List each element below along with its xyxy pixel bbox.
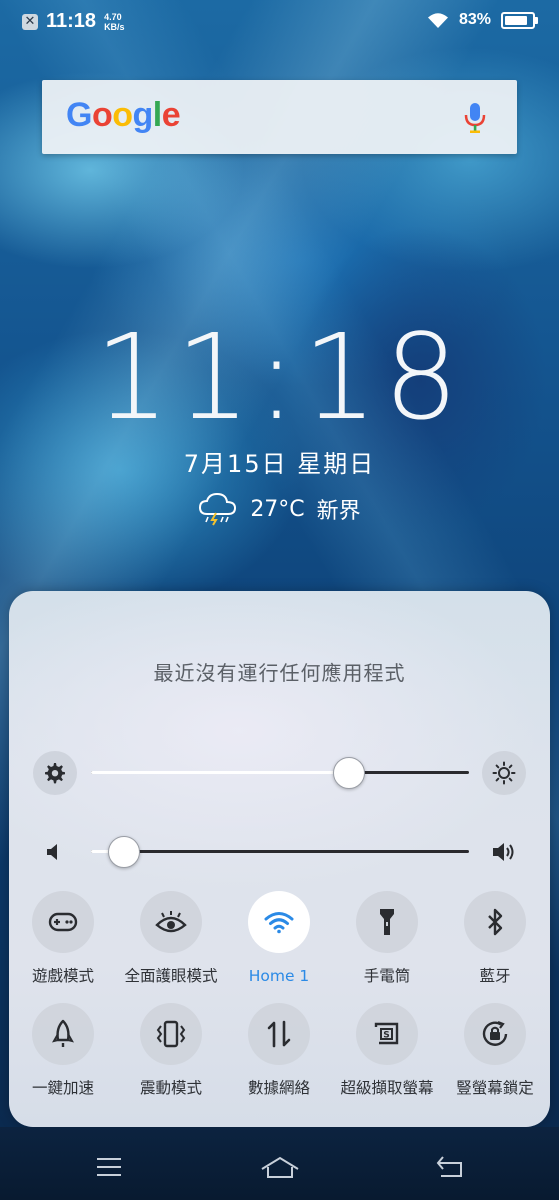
back-icon — [436, 1156, 462, 1177]
weather-widget[interactable]: 27°C 新界 — [0, 492, 559, 526]
menu-icon — [97, 1158, 121, 1176]
tile-game-mode[interactable]: 遊戲模式 — [9, 891, 117, 986]
wifi-icon — [264, 912, 294, 934]
status-time: 11:18 — [46, 10, 97, 32]
tile-label: 遊戲模式 — [31, 967, 94, 985]
wifi-icon — [427, 12, 448, 28]
network-speed: 4.70 KB/s — [104, 12, 125, 32]
tile-flashlight[interactable]: 手電筒 — [333, 891, 441, 986]
bluetooth-icon — [488, 908, 503, 936]
tile-one-key-boost-button[interactable] — [32, 1003, 94, 1065]
tile-vibrate-mode[interactable]: 震動模式 — [117, 1003, 225, 1098]
brightness-slider-row — [9, 751, 550, 795]
lockscreen-date: 7月15日 星期日 — [183, 450, 376, 478]
battery-percent: 83% — [458, 11, 491, 28]
volume-slider-row — [9, 830, 550, 874]
tile-flashlight-button[interactable] — [356, 891, 418, 953]
svg-text:S: S — [383, 1031, 389, 1041]
tile-portrait-lock[interactable]: 豎螢幕鎖定 — [441, 1003, 549, 1098]
navigation-bar — [0, 1127, 559, 1200]
control-center-panel: 最近沒有運行任何應用程式 遊戲模式 全面護眼模式 Home 1 手電筒 藍牙 一… — [9, 591, 550, 1127]
gear-icon — [45, 763, 65, 784]
network-speed-value: 4.70 — [104, 11, 122, 22]
lockscreen-clock: 11:18 — [94, 308, 465, 446]
tile-mobile-data-button[interactable] — [248, 1003, 310, 1065]
menu-button[interactable] — [89, 1152, 129, 1182]
weather-location: 新界 — [316, 499, 361, 524]
no-running-apps-message: 最近沒有運行任何應用程式 — [153, 661, 406, 685]
tile-portrait-lock-button[interactable] — [464, 1003, 526, 1065]
google-logo-letter: g — [132, 96, 154, 134]
rotation-lock-icon — [482, 1020, 508, 1046]
tile-label: 藍牙 — [479, 967, 511, 985]
status-bar: ✕ 11:18 4.70 KB/s 83% — [0, 0, 559, 44]
tile-one-key-boost[interactable]: 一鍵加速 — [9, 1003, 117, 1098]
home-button[interactable] — [260, 1152, 300, 1182]
speaker-high-icon — [493, 843, 514, 861]
tile-label: 一鍵加速 — [31, 1079, 94, 1097]
speaker-low-icon — [47, 844, 57, 860]
tile-label: 全面護眼模式 — [124, 967, 218, 985]
tile-bluetooth-button[interactable] — [464, 891, 526, 953]
notification-x-icon: ✕ — [22, 13, 38, 30]
eye-icon — [155, 911, 187, 933]
rocket-icon — [52, 1019, 74, 1047]
google-logo-letter: o — [112, 96, 133, 134]
brightness-slider[interactable] — [91, 757, 469, 789]
home-icon — [261, 1156, 299, 1178]
battery-icon — [501, 11, 538, 29]
tile-label: 超級擷取螢幕 — [340, 1079, 434, 1097]
google-logo-letter: e — [161, 96, 181, 134]
vibrate-icon — [156, 1020, 186, 1048]
tile-mobile-data[interactable]: 數據網絡 — [225, 1003, 333, 1098]
brightness-settings-button[interactable] — [33, 751, 77, 795]
network-speed-unit: KB/s — [104, 21, 125, 32]
google-logo-letter: o — [91, 96, 113, 134]
google-logo-letter: G — [66, 96, 92, 134]
auto-brightness-button[interactable] — [482, 751, 526, 795]
tile-label: 震動模式 — [139, 1079, 202, 1097]
google-logo-letter: l — [152, 96, 162, 134]
thunderstorm-cloud-icon — [199, 492, 237, 526]
tile-bluetooth[interactable]: 藍牙 — [441, 891, 549, 986]
volume-slider[interactable] — [91, 836, 469, 868]
tile-eye-protection-button[interactable] — [140, 891, 202, 953]
tile-eye-protection[interactable]: 全面護眼模式 — [117, 891, 225, 986]
screenshot-icon: S — [374, 1022, 399, 1045]
tile-super-screenshot-button[interactable]: S — [356, 1003, 418, 1065]
tile-label: 手電筒 — [363, 967, 411, 985]
brightness-slider-thumb[interactable] — [333, 757, 366, 789]
weather-temperature: 27°C — [250, 496, 305, 522]
tile-label: 數據網絡 — [247, 1079, 310, 1097]
volume-slider-thumb[interactable] — [108, 836, 141, 868]
brightness-sun-icon — [492, 761, 516, 785]
gamepad-icon — [48, 912, 78, 932]
google-search-bar[interactable]: Google — [42, 80, 517, 154]
tile-game-mode-button[interactable] — [32, 891, 94, 953]
mic-icon[interactable] — [463, 102, 487, 134]
tile-wifi[interactable]: Home 1 — [225, 891, 333, 986]
brightness-slider-fill — [91, 771, 349, 774]
tile-vibrate-mode-button[interactable] — [140, 1003, 202, 1065]
tile-super-screenshot[interactable]: S 超級擷取螢幕 — [333, 1003, 441, 1098]
google-logo: Google — [66, 96, 181, 135]
tile-label: Home 1 — [248, 967, 310, 985]
flashlight-icon — [380, 909, 394, 935]
tile-label: 豎螢幕鎖定 — [456, 1079, 534, 1097]
back-button[interactable] — [430, 1152, 470, 1182]
battery-fill — [505, 15, 527, 25]
tile-wifi-button[interactable] — [248, 891, 310, 953]
data-arrows-icon — [267, 1020, 291, 1048]
